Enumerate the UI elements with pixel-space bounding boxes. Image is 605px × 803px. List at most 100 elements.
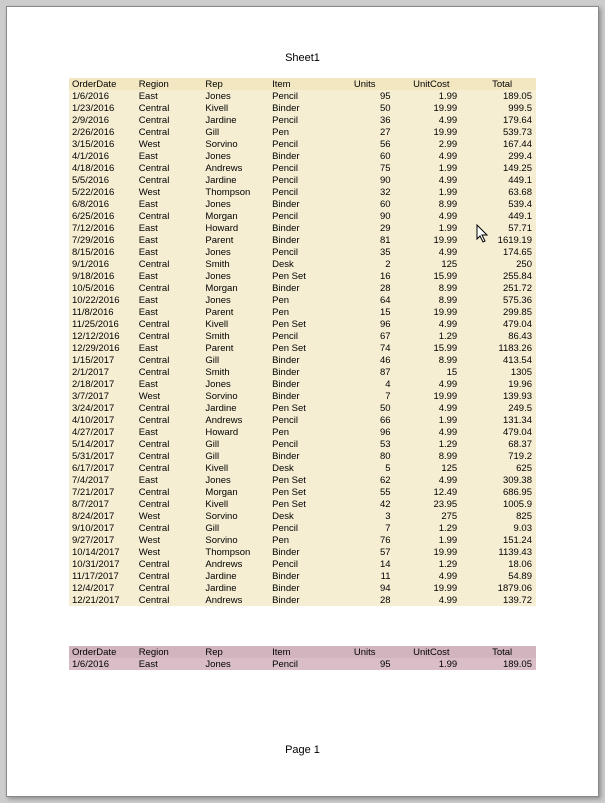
cell-item: Pen Set: [269, 474, 336, 486]
cell-region: East: [136, 378, 203, 390]
cell-total: 625: [469, 462, 536, 474]
page-footer: Page 1: [7, 744, 598, 756]
cell-unitcost: 1.99: [403, 90, 470, 102]
cell-date: 11/17/2017: [69, 570, 136, 582]
cell-rep: Gill: [202, 522, 269, 534]
cell-total: 539.73: [469, 126, 536, 138]
table-row: 10/22/2016EastJonesPen648.99575.36: [69, 294, 536, 306]
cell-region: Central: [136, 102, 203, 114]
cell-units: 32: [336, 186, 403, 198]
cell-total: 1305: [469, 366, 536, 378]
cell-total: 68.37: [469, 438, 536, 450]
cell-rep: Smith: [202, 258, 269, 270]
cell-item: Pencil: [269, 114, 336, 126]
cell-region: East: [136, 150, 203, 162]
cell-units: 42: [336, 498, 403, 510]
print-preview-page: Sheet1 OrderDateRegionRepItemUnitsUnitCo…: [6, 6, 599, 797]
cell-date: 4/18/2016: [69, 162, 136, 174]
cell-date: 9/10/2017: [69, 522, 136, 534]
table-row: 4/18/2016CentralAndrewsPencil751.99149.2…: [69, 162, 536, 174]
cell-total: 479.04: [469, 426, 536, 438]
cell-region: East: [136, 222, 203, 234]
cell-unitcost: 4.99: [403, 594, 470, 606]
cell-units: 57: [336, 546, 403, 558]
cell-rep: Jones: [202, 246, 269, 258]
cell-rep: Kivell: [202, 462, 269, 474]
cell-units: 90: [336, 174, 403, 186]
cell-rep: Jones: [202, 270, 269, 282]
table-row: 4/10/2017CentralAndrewsPencil661.99131.3…: [69, 414, 536, 426]
cell-region: Central: [136, 582, 203, 594]
cell-total: 250: [469, 258, 536, 270]
cell-item: Pencil: [269, 558, 336, 570]
cell-unitcost: 2.99: [403, 138, 470, 150]
cell-region: Central: [136, 174, 203, 186]
cell-units: 67: [336, 330, 403, 342]
cell-rep: Kivell: [202, 498, 269, 510]
cell-total: 255.84: [469, 270, 536, 282]
cell-total: 54.89: [469, 570, 536, 582]
table-row: 12/4/2017CentralJardineBinder9419.991879…: [69, 582, 536, 594]
cell-total: 1879.06: [469, 582, 536, 594]
cell-unitcost: 4.99: [403, 174, 470, 186]
cell-item: Binder: [269, 450, 336, 462]
summary-table: OrderDateRegionRepItemUnitsUnitCostTotal…: [69, 646, 536, 670]
cell-region: Central: [136, 366, 203, 378]
cell-unitcost: 1.99: [403, 534, 470, 546]
cell-item: Binder: [269, 390, 336, 402]
cell-rep: Kivell: [202, 318, 269, 330]
table-row: 8/7/2017CentralKivellPen Set4223.951005.…: [69, 498, 536, 510]
cell-item: Binder: [269, 354, 336, 366]
cell-region: East: [136, 90, 203, 102]
cell-item: Desk: [269, 258, 336, 270]
cell-unitcost: 1.29: [403, 438, 470, 450]
cell-total: 575.36: [469, 294, 536, 306]
cell-region: East: [136, 426, 203, 438]
table-row: 4/27/2017EastHowardPen964.99479.04: [69, 426, 536, 438]
cell-units: 16: [336, 270, 403, 282]
cell-rep: Jones: [202, 90, 269, 102]
table-row: 9/27/2017WestSorvinoPen761.99151.24: [69, 534, 536, 546]
main-data-table: OrderDateRegionRepItemUnitsUnitCostTotal…: [69, 78, 536, 606]
cell-item: Binder: [269, 222, 336, 234]
cell-unitcost: 19.99: [403, 546, 470, 558]
cell-date: 8/24/2017: [69, 510, 136, 522]
cell-item: Desk: [269, 510, 336, 522]
cell-rep: Thompson: [202, 546, 269, 558]
item-header: Item: [269, 78, 336, 90]
table-header-row: OrderDateRegionRepItemUnitsUnitCostTotal: [69, 78, 536, 90]
cell-rep: Morgan: [202, 282, 269, 294]
cell-item: Pencil: [269, 438, 336, 450]
cell-units: 53: [336, 438, 403, 450]
cell-date: 5/31/2017: [69, 450, 136, 462]
cell-item: Binder: [269, 282, 336, 294]
cell-date: 11/8/2016: [69, 306, 136, 318]
table-row: 6/8/2016EastJonesBinder608.99539.4: [69, 198, 536, 210]
cell-rep: Parent: [202, 234, 269, 246]
cell-total: 167.44: [469, 138, 536, 150]
table-row: 3/24/2017CentralJardinePen Set504.99249.…: [69, 402, 536, 414]
cell-rep: Gill: [202, 438, 269, 450]
region-header: Region: [136, 78, 203, 90]
cell-item: Binder: [269, 570, 336, 582]
cell-item: Binder: [269, 594, 336, 606]
cell-date: 2/1/2017: [69, 366, 136, 378]
table-row: 10/31/2017CentralAndrewsPencil141.2918.0…: [69, 558, 536, 570]
cell-total: 825: [469, 510, 536, 522]
cell-total: 539.4: [469, 198, 536, 210]
cell-rep: Sorvino: [202, 390, 269, 402]
cell-rep: Gill: [202, 450, 269, 462]
item-header: Item: [269, 646, 336, 658]
cell-item: Binder: [269, 150, 336, 162]
cell-units: 55: [336, 486, 403, 498]
cell-date: 12/4/2017: [69, 582, 136, 594]
cell-units: 80: [336, 450, 403, 462]
cell-item: Pen Set: [269, 318, 336, 330]
table-row: 3/7/2017WestSorvinoBinder719.99139.93: [69, 390, 536, 402]
table-row: 7/4/2017EastJonesPen Set624.99309.38: [69, 474, 536, 486]
cell-total: 1005.9: [469, 498, 536, 510]
cell-unitcost: 275: [403, 510, 470, 522]
cell-item: Pen Set: [269, 402, 336, 414]
cell-unitcost: 15.99: [403, 342, 470, 354]
rep-header: Rep: [202, 78, 269, 90]
